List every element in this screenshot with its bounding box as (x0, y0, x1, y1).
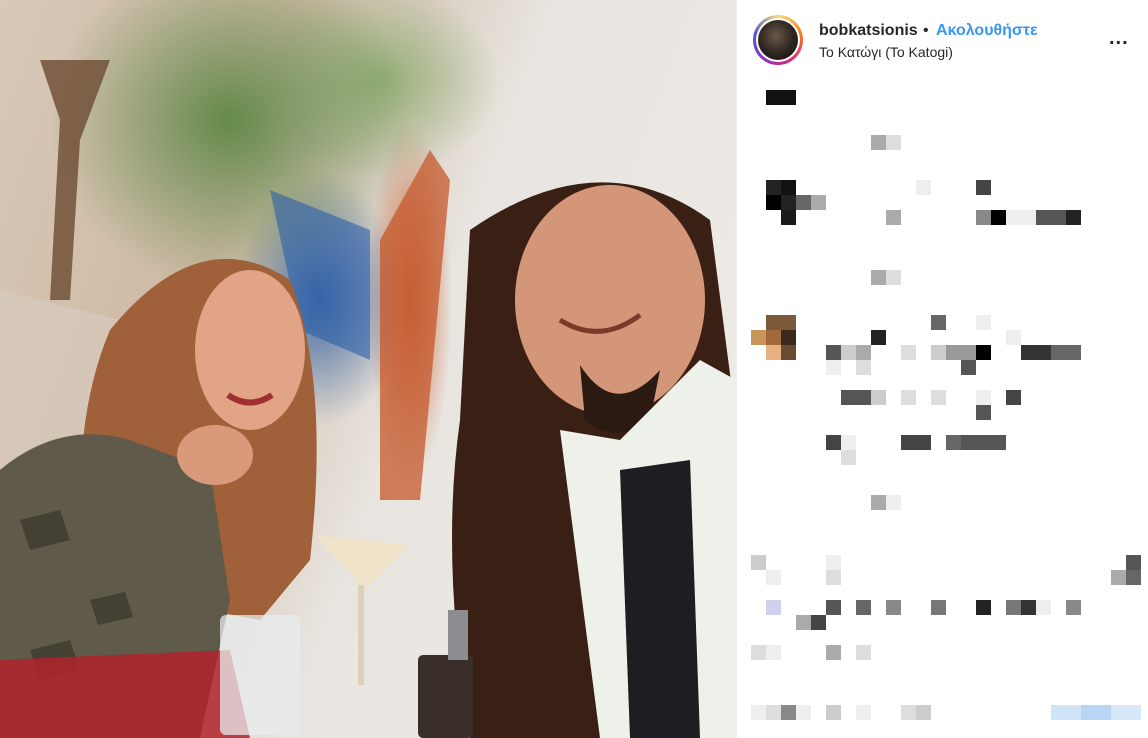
pixelated-comments (751, 90, 1141, 720)
post-photo[interactable] (0, 0, 736, 738)
photo-artwork (0, 60, 736, 738)
post-side-panel: bobkatsionis • Ακολουθήστε Το Κατώγι (To… (736, 0, 1148, 738)
